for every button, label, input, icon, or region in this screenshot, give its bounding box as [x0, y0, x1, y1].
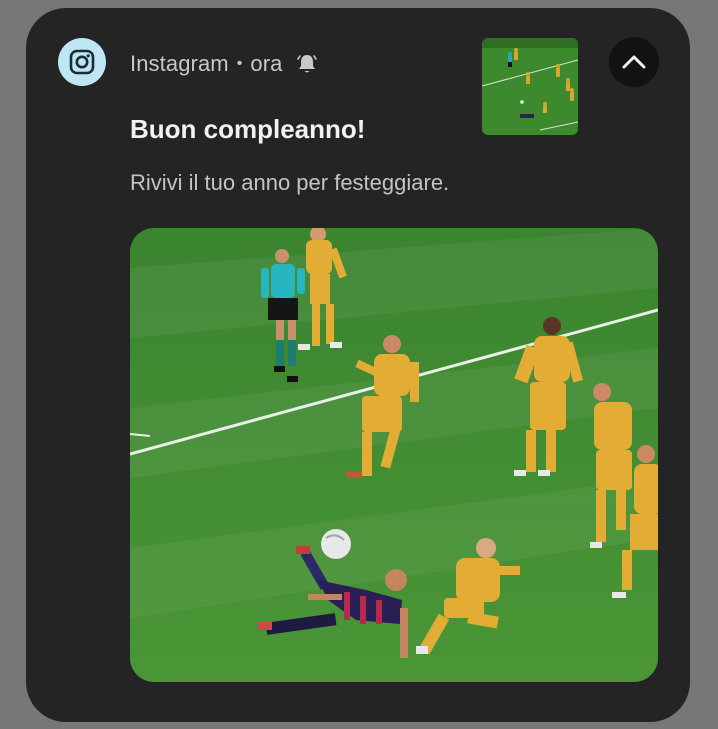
notification-time: ora — [250, 51, 283, 76]
notification-thumbnail — [482, 38, 578, 135]
notification-body: Rivivi il tuo anno per festeggiare. — [130, 170, 450, 195]
bell-icon — [296, 53, 317, 75]
notification-image[interactable] — [130, 228, 658, 682]
chevron-up-icon — [622, 55, 646, 69]
collapse-button[interactable] — [609, 37, 659, 87]
app-name: Instagram — [130, 51, 229, 76]
notification-header: Instagram • ora — [130, 50, 317, 78]
header-separator: • — [236, 55, 243, 72]
notification-title: Buon compleanno! — [130, 114, 366, 144]
instagram-icon — [58, 38, 106, 86]
